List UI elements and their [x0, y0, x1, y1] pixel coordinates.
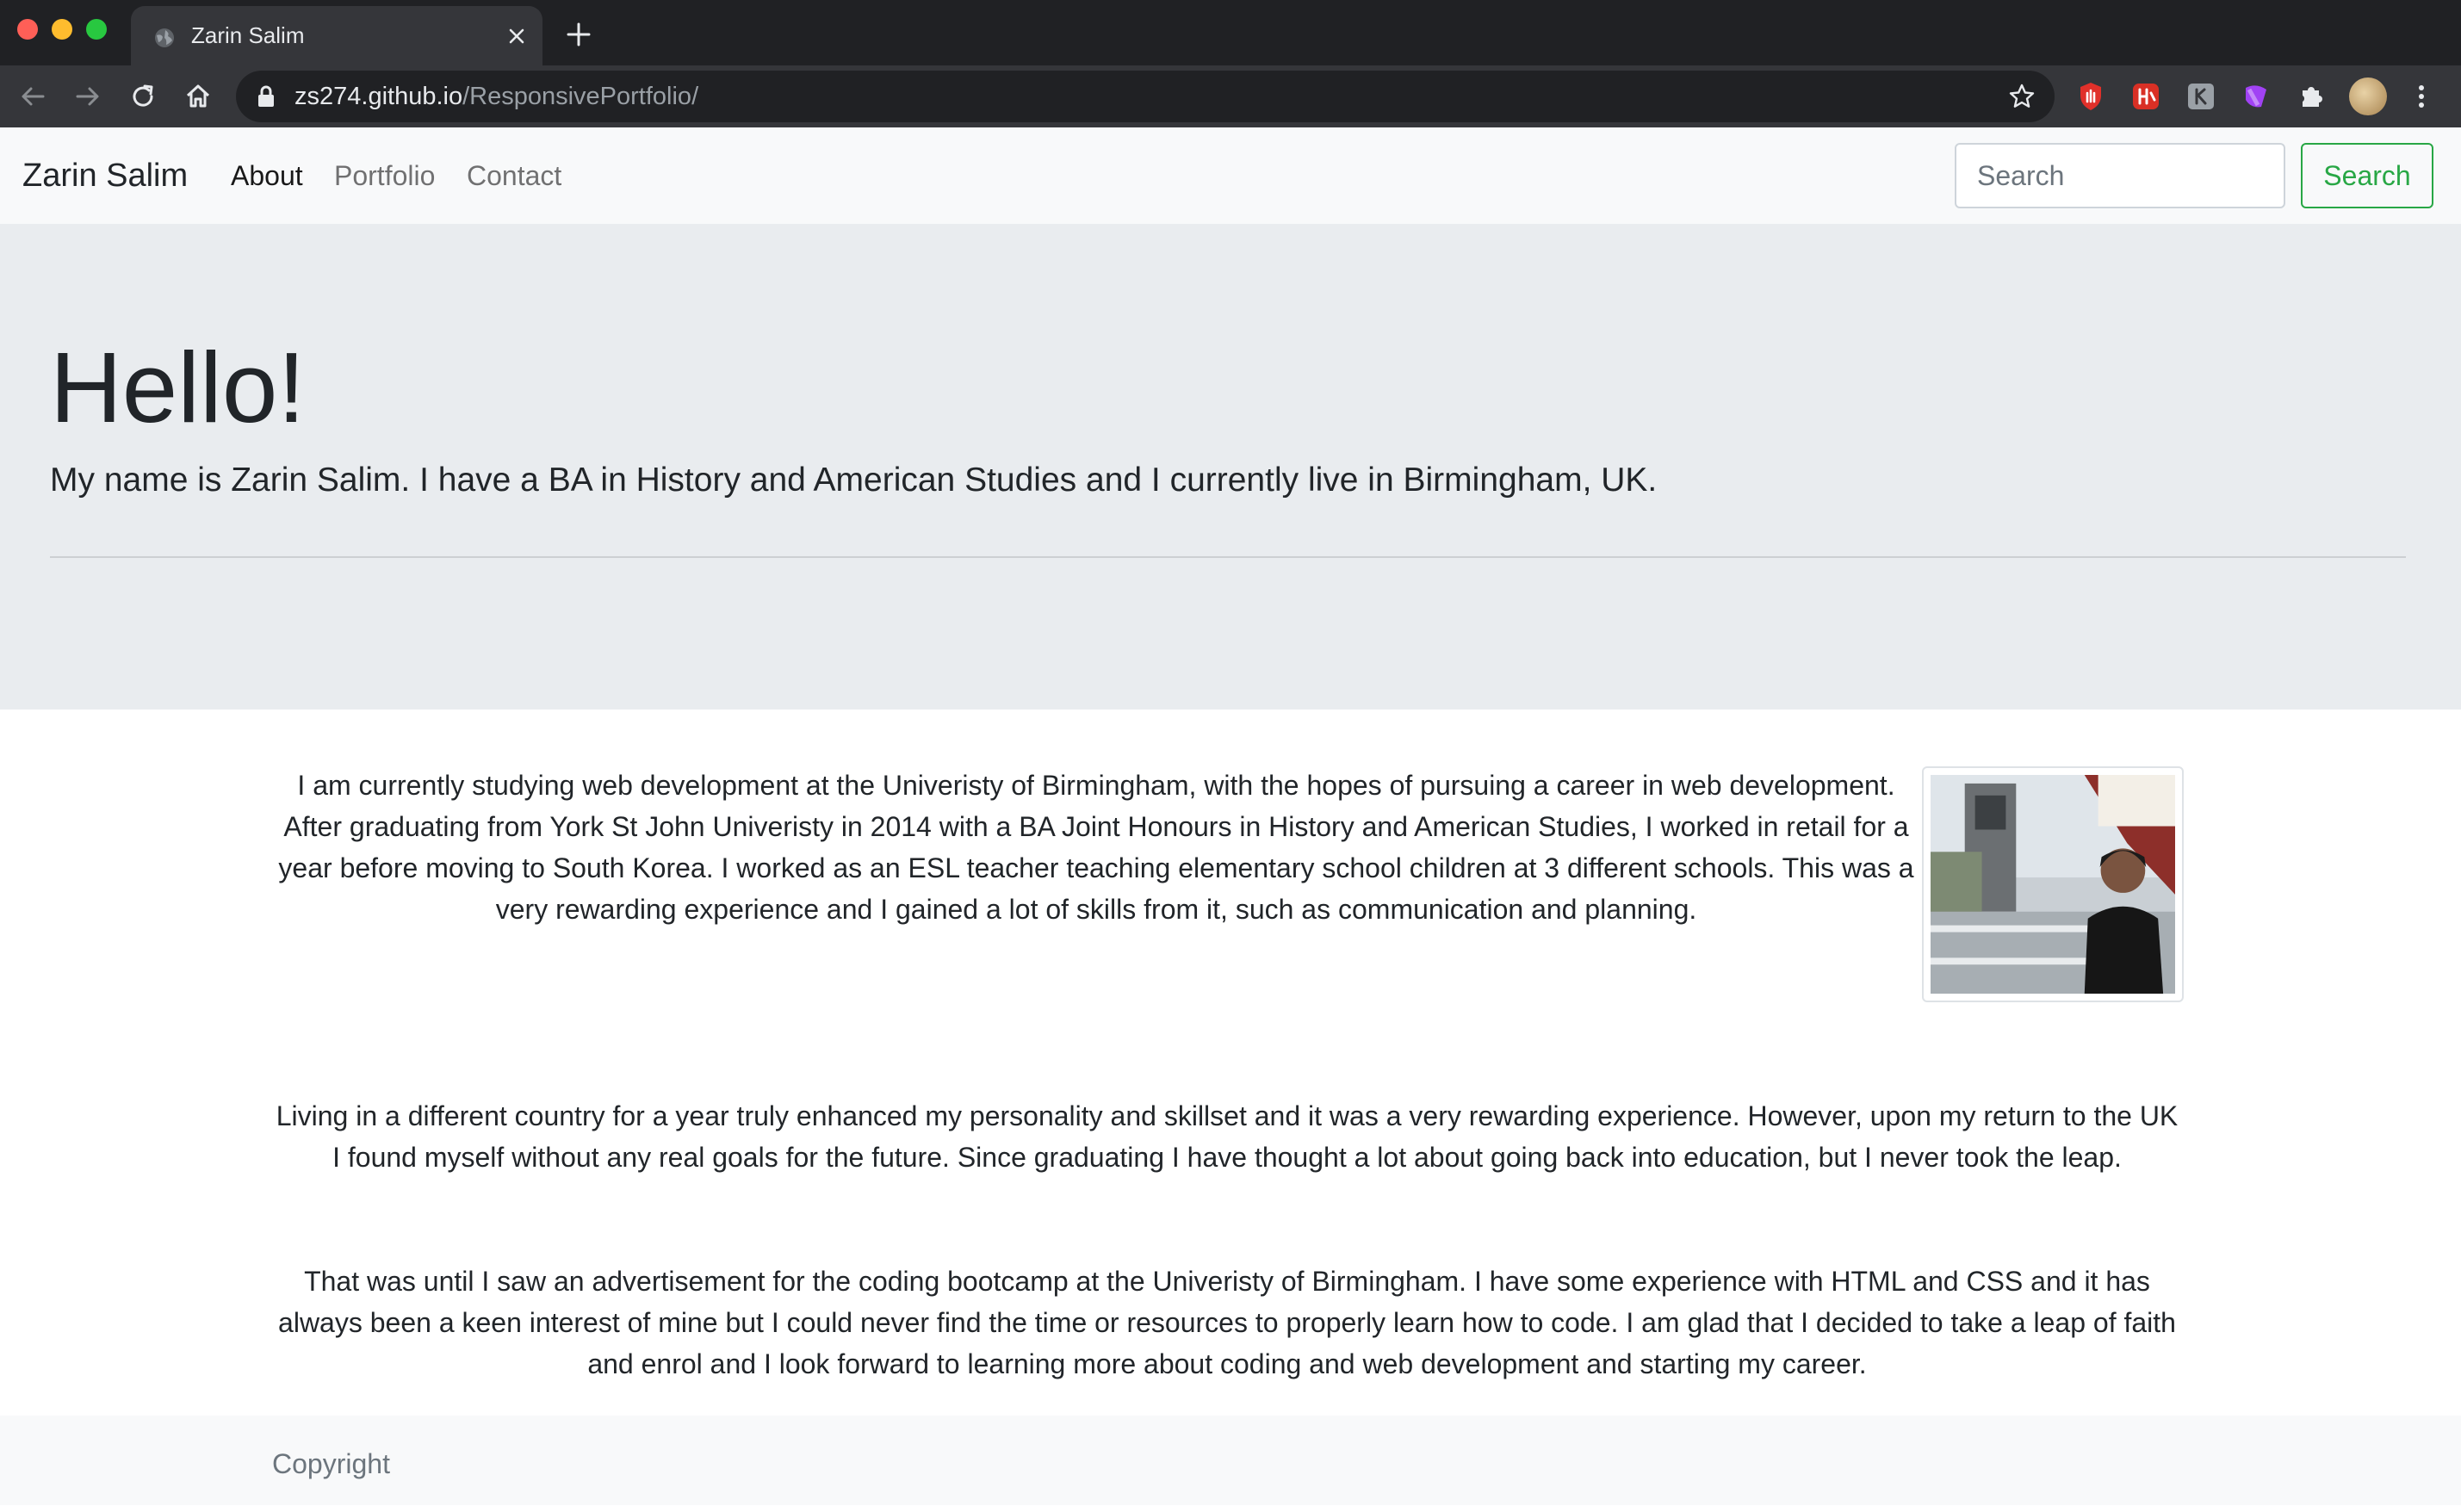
- search-input[interactable]: [1955, 143, 2285, 208]
- home-icon[interactable]: [181, 79, 215, 114]
- hero-divider: [50, 556, 2406, 558]
- tab-strip: Zarin Salim: [0, 0, 2461, 65]
- plus-icon[interactable]: [563, 19, 594, 50]
- close-icon[interactable]: [503, 22, 530, 50]
- red-extension-icon[interactable]: [2130, 81, 2161, 112]
- site-navbar: Zarin Salim About Portfolio Contact Sear…: [0, 127, 2461, 224]
- url-path: /ResponsivePortfolio/: [462, 83, 699, 110]
- back-arrow-icon[interactable]: [15, 79, 50, 114]
- puzzle-icon[interactable]: [2296, 81, 2327, 112]
- adblock-extension-icon[interactable]: [2075, 81, 2106, 112]
- forward-arrow-icon[interactable]: [71, 79, 105, 114]
- profile-photo-image: [1931, 775, 2175, 994]
- reload-icon[interactable]: [126, 79, 160, 114]
- about-paragraph-3: That was until I saw an advertisement fo…: [278, 1266, 2176, 1379]
- browser-chrome: Zarin Salim zs274.github.io/ResponsivePo…: [0, 0, 2461, 127]
- footer-copyright: Copyright: [272, 1448, 390, 1479]
- hero-title: Hello!: [50, 332, 306, 443]
- minimize-window-button[interactable]: [52, 19, 72, 40]
- kebab-menu-icon[interactable]: [2411, 79, 2432, 114]
- hero-lead: My name is Zarin Salim. I have a BA in H…: [50, 462, 1658, 499]
- about-paragraph-2: Living in a different country for a year…: [276, 1100, 2179, 1173]
- nav-link-portfolio[interactable]: Portfolio: [334, 127, 435, 224]
- web-page: Zarin Salim About Portfolio Contact Sear…: [0, 127, 2461, 1505]
- tab-title: Zarin Salim: [191, 22, 305, 48]
- profile-photo: [1922, 766, 2184, 1002]
- profile-avatar[interactable]: [2349, 77, 2387, 115]
- about-paragraph-1: I am currently studying web development …: [278, 770, 1914, 925]
- address-bar[interactable]: zs274.github.io/ResponsivePortfolio/: [236, 71, 2055, 122]
- nav-link-contact[interactable]: Contact: [467, 127, 561, 224]
- maximize-window-button[interactable]: [86, 19, 107, 40]
- site-brand[interactable]: Zarin Salim: [22, 127, 188, 224]
- globe-favicon-icon: [155, 28, 174, 47]
- browser-tab[interactable]: Zarin Salim: [131, 6, 542, 65]
- site-footer: Copyright: [0, 1416, 2461, 1505]
- close-window-button[interactable]: [17, 19, 38, 40]
- search-button[interactable]: Search: [2301, 143, 2433, 208]
- browser-toolbar: zs274.github.io/ResponsivePortfolio/: [0, 65, 2461, 127]
- lock-icon[interactable]: [257, 85, 276, 108]
- star-icon[interactable]: [2008, 83, 2036, 110]
- url-text: zs274.github.io/ResponsivePortfolio/: [294, 71, 698, 122]
- purple-extension-icon[interactable]: [2241, 81, 2272, 112]
- grey-extension-icon[interactable]: [2185, 81, 2216, 112]
- hero-jumbotron: Hello! My name is Zarin Salim. I have a …: [0, 224, 2461, 710]
- nav-link-about[interactable]: About: [231, 127, 303, 224]
- url-host: zs274.github.io: [294, 83, 463, 110]
